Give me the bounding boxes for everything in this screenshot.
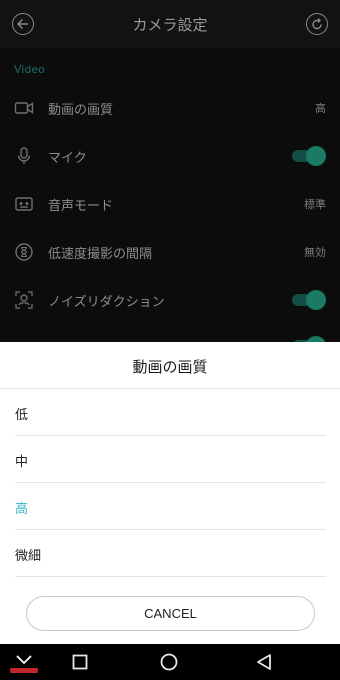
setting-audio-mode[interactable]: 音声モード 標準 — [0, 180, 340, 228]
video-icon — [14, 102, 34, 114]
microphone-icon — [17, 147, 31, 164]
microphone-toggle[interactable] — [292, 146, 326, 166]
option-medium[interactable]: 中 — [0, 436, 340, 483]
option-label: 低 — [15, 408, 29, 423]
recents-icon[interactable] — [72, 654, 88, 670]
option-low[interactable]: 低 — [0, 389, 340, 436]
setting-label: ノイズリダクション — [48, 295, 165, 310]
reset-icon[interactable] — [306, 13, 328, 35]
settings-list: Video 動画の画質 高 マイク 音声モード 標準 低速度撮影の間隔 無効 ノ… — [0, 48, 340, 356]
hourglass-icon — [15, 243, 33, 261]
noise-reduction-icon — [15, 291, 33, 309]
setting-label: マイク — [48, 151, 87, 166]
setting-value: 無効 — [304, 246, 326, 259]
noise-reduction-toggle[interactable] — [292, 290, 326, 310]
navigation-bar — [0, 644, 340, 680]
setting-microphone: マイク — [0, 132, 340, 180]
option-fine[interactable]: 微細 — [0, 530, 340, 577]
setting-label: 低速度撮影の間隔 — [48, 247, 153, 262]
back-icon[interactable] — [255, 653, 273, 671]
page-title: カメラ設定 — [132, 16, 208, 34]
top-bar: カメラ設定 — [0, 0, 340, 48]
section-label-video: Video — [14, 63, 45, 76]
chevron-down-icon[interactable] — [14, 654, 34, 666]
sheet-title: 動画の画質 — [132, 358, 208, 376]
setting-timelapse-interval[interactable]: 低速度撮影の間隔 無効 — [0, 228, 340, 276]
home-icon[interactable] — [160, 653, 178, 671]
watermark-logo — [10, 668, 38, 673]
cancel-button[interactable]: CANCEL — [26, 596, 315, 631]
video-quality-sheet: 動画の画質 低 中 高 微細 CANCEL — [0, 342, 340, 644]
audio-mode-icon — [15, 197, 33, 211]
setting-noise-reduction: ノイズリダクション — [0, 276, 340, 324]
option-label: 高 — [15, 502, 29, 517]
setting-video-quality[interactable]: 動画の画質 高 — [0, 84, 340, 132]
option-label: 中 — [15, 455, 29, 470]
option-label: 微細 — [15, 549, 42, 564]
setting-value: 標準 — [304, 198, 326, 211]
divider — [15, 576, 326, 577]
setting-value: 高 — [315, 102, 326, 115]
setting-label: 音声モード — [48, 199, 114, 214]
option-high[interactable]: 高 — [0, 483, 340, 530]
setting-label: 動画の画質 — [48, 103, 114, 118]
